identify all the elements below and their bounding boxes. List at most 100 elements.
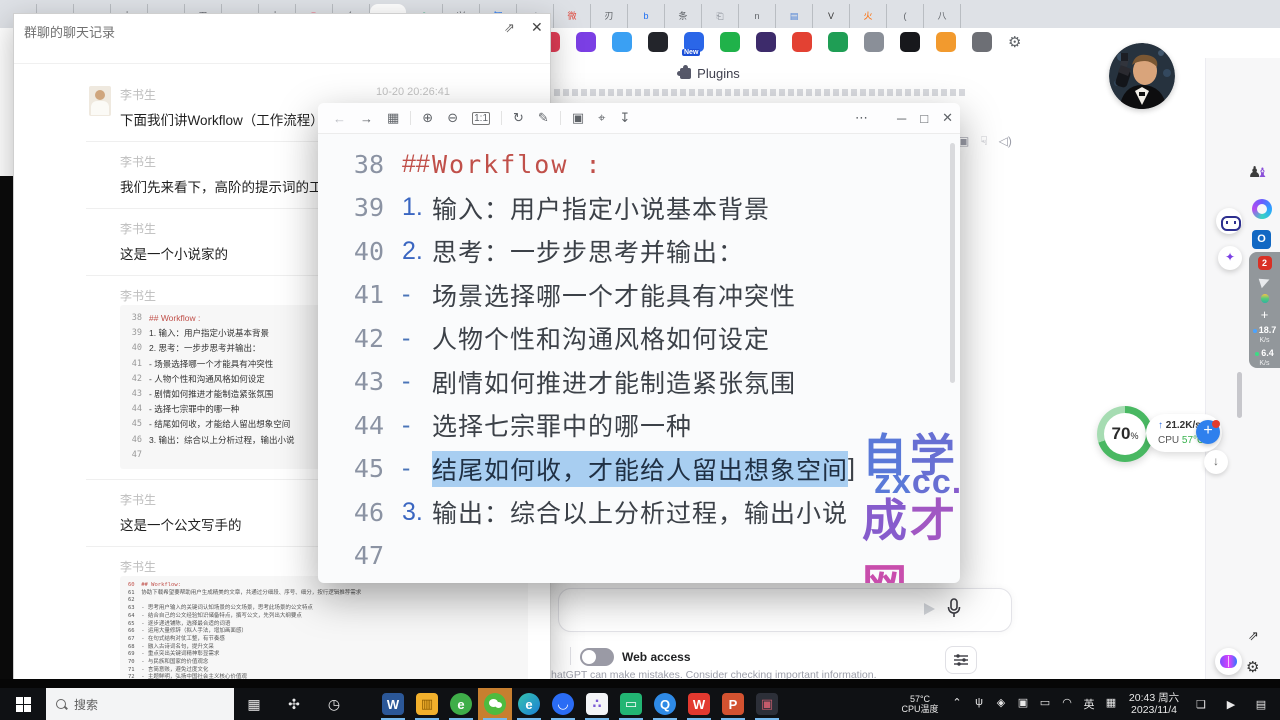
speaker-icon[interactable]: ◁): [999, 134, 1012, 148]
brain-extension-button[interactable]: [1215, 648, 1242, 675]
extension-icon[interactable]: [576, 32, 596, 52]
quark-browser-taskbar-button[interactable]: ◡: [546, 688, 580, 720]
line-number: 41: [128, 357, 142, 372]
edge-taskbar-button[interactable]: e: [512, 688, 546, 720]
chat-input[interactable]: [558, 588, 1012, 632]
taskbar-clock[interactable]: 20:43 周六2023/11/4: [1122, 692, 1186, 716]
thumbs-down-icon[interactable]: ☟: [980, 134, 987, 148]
browser-tab[interactable]: ⎗: [702, 4, 739, 28]
page-scrollbar[interactable]: [1237, 372, 1242, 418]
assistant-robot-button[interactable]: [1216, 208, 1242, 234]
actual-size-icon[interactable]: 1:1: [472, 112, 490, 125]
browser-tab[interactable]: 八: [924, 4, 961, 28]
extension-icon[interactable]: [900, 32, 920, 52]
chess-extension-icon[interactable]: ♟♝: [1248, 163, 1268, 181]
extension-icon[interactable]: [828, 32, 848, 52]
rotate-icon[interactable]: ↻: [513, 110, 524, 126]
qq-taskbar-button[interactable]: Q: [648, 688, 682, 720]
send-icon[interactable]: [924, 603, 935, 615]
decor: 2023/11/4: [1131, 704, 1177, 716]
close-icon[interactable]: ✕: [942, 110, 953, 126]
assistant-icon[interactable]: ▣: [1012, 696, 1034, 712]
back-icon[interactable]: ←: [333, 111, 346, 126]
download-icon[interactable]: ↧: [619, 110, 630, 126]
edit-icon[interactable]: ✎: [538, 110, 549, 126]
open-external-icon[interactable]: ⇗: [1248, 628, 1259, 644]
zoom-out-icon[interactable]: ⊖: [447, 110, 458, 126]
recorder-taskbar-button[interactable]: ▣: [750, 688, 784, 720]
minimize-icon[interactable]: ─: [897, 111, 906, 126]
ocr-icon[interactable]: ⌖: [598, 110, 605, 126]
extension-icon[interactable]: [792, 32, 812, 52]
wps-taskbar-button[interactable]: W: [682, 688, 716, 720]
cpu-usage-ring[interactable]: 70%: [1097, 406, 1153, 462]
taskbar-search[interactable]: 搜索: [46, 688, 234, 720]
ime-grid-icon[interactable]: ▦: [1100, 696, 1122, 712]
more-icon[interactable]: ⋯: [855, 110, 868, 126]
browser-tab[interactable]: b: [628, 4, 665, 28]
viewer-toolbar: ← → ▦ ⊕ ⊖ 1:1 ↻ ✎ ▣ ⌖ ↧ ⋯ ─ □ ✕: [318, 103, 960, 134]
microphone-icon[interactable]: [947, 598, 961, 623]
sparkles-button[interactable]: ✦: [1218, 246, 1242, 270]
close-icon[interactable]: ✕: [531, 19, 543, 36]
outlook-icon[interactable]: O: [1252, 230, 1271, 249]
start-button[interactable]: [0, 688, 46, 720]
model-selector[interactable]: Plugins: [610, 66, 810, 81]
powerpoint-taskbar-button[interactable]: P: [716, 688, 750, 720]
extension-icon[interactable]: [612, 32, 632, 52]
viewer-scrollbar[interactable]: [950, 143, 955, 383]
browser-360-taskbar-button[interactable]: e: [444, 688, 478, 720]
extension-icon[interactable]: [972, 32, 992, 52]
copy-icon[interactable]: ▣: [572, 110, 584, 126]
share-icon[interactable]: ⇗: [504, 20, 515, 36]
cpu-temp-tray[interactable]: 57°CCPU温度: [894, 694, 946, 714]
collapse-down-button[interactable]: ↓: [1204, 450, 1228, 474]
extension-icon[interactable]: [720, 32, 740, 52]
video-popup-icon[interactable]: ▶: [1216, 698, 1246, 711]
browser-tab[interactable]: n: [739, 4, 776, 28]
extension-icon[interactable]: [864, 32, 884, 52]
meeting-taskbar-button[interactable]: ∴: [580, 688, 614, 720]
extension-icon[interactable]: New: [684, 32, 704, 52]
extension-icon[interactable]: [756, 32, 776, 52]
word-taskbar-button[interactable]: W: [376, 688, 410, 720]
browser-tab[interactable]: 条: [665, 4, 702, 28]
notification-icon[interactable]: ❏: [1186, 698, 1216, 711]
copilot-icon[interactable]: [1252, 199, 1272, 219]
clock-history-icon[interactable]: ◷: [314, 688, 354, 720]
screen-share-taskbar-button[interactable]: ▭: [614, 688, 648, 720]
extension-icon[interactable]: [936, 32, 956, 52]
browser-tab[interactable]: 微: [554, 4, 591, 28]
extensions-gear-icon[interactable]: ⚙: [1008, 33, 1021, 51]
battery-icon[interactable]: ▭: [1034, 696, 1056, 712]
wifi-icon[interactable]: ◠: [1056, 696, 1078, 712]
extension-icon[interactable]: [648, 32, 668, 52]
maximize-icon[interactable]: □: [920, 111, 928, 126]
lang-indicator[interactable]: 英: [1078, 696, 1100, 712]
browser-tab[interactable]: ▤: [776, 4, 813, 28]
wechat-taskbar-button[interactable]: [478, 688, 512, 720]
traffic-meter-icon: [1261, 294, 1269, 303]
chevron-up-icon[interactable]: ⌃: [946, 696, 968, 712]
browser-tab[interactable]: 刃: [591, 4, 628, 28]
task-view-icon[interactable]: ▦: [234, 688, 274, 720]
browser-tab[interactable]: V: [813, 4, 850, 28]
thumbnails-icon[interactable]: ▦: [387, 110, 399, 126]
file-explorer-taskbar-button[interactable]: ▥: [410, 688, 444, 720]
shield-icon[interactable]: ◈: [990, 696, 1012, 712]
net-speed-panel[interactable]: 2 + 18.7K/s 6.4K/s: [1249, 252, 1280, 368]
microphone-icon[interactable]: ψ: [968, 696, 990, 712]
decor: 71 - 言简意赅，避免过度文化: [128, 667, 208, 673]
zoom-in-icon[interactable]: ⊕: [422, 110, 433, 126]
widget-plus-button[interactable]: +: [1196, 420, 1220, 444]
settings-sliders-button[interactable]: [945, 646, 977, 674]
decor: [1109, 43, 1175, 109]
widgets-icon[interactable]: ✣: [274, 688, 314, 720]
browser-tab[interactable]: 火: [850, 4, 887, 28]
web-access-toggle[interactable]: [580, 648, 614, 666]
decor: 67 - 在句式结构对仗工整，有节奏感: [128, 636, 225, 642]
browser-tab[interactable]: (: [887, 4, 924, 28]
notes-icon[interactable]: ▤: [1246, 698, 1276, 711]
gear-icon[interactable]: ⚙: [1246, 658, 1259, 676]
forward-icon[interactable]: →: [360, 111, 373, 126]
